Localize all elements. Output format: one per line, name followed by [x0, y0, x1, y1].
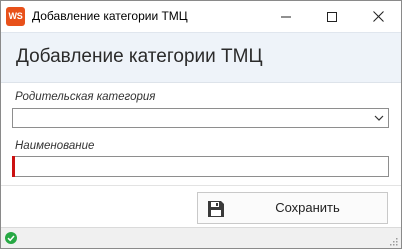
window-title: Добавление категории ТМЦ — [32, 9, 188, 23]
page-title: Добавление категории ТМЦ — [16, 46, 263, 67]
chevron-down-icon[interactable] — [373, 112, 385, 124]
dialog-header: Добавление категории ТМЦ — [1, 32, 401, 83]
name-label: Наименование — [15, 140, 95, 152]
divider — [1, 185, 401, 186]
name-input-field[interactable] — [12, 156, 389, 177]
check-circle-icon — [5, 232, 17, 244]
resize-grip-icon[interactable] — [389, 237, 398, 246]
save-button-label: Сохранить — [275, 200, 340, 215]
parent-category-label: Родительская категория — [15, 91, 156, 103]
required-marker — [12, 156, 15, 177]
parent-category-value[interactable] — [13, 109, 388, 127]
ws-logo-icon: WS — [6, 7, 25, 26]
minimize-button[interactable] — [263, 1, 309, 32]
maximize-icon — [327, 11, 337, 22]
minimize-icon — [281, 16, 291, 17]
close-button[interactable] — [355, 1, 401, 32]
close-icon — [372, 11, 384, 22]
name-input[interactable] — [13, 157, 388, 176]
dialog-window: WS Добавление категории ТМЦ Добавление к… — [0, 0, 402, 249]
status-bar — [1, 227, 401, 248]
save-button[interactable]: Сохранить — [197, 192, 388, 224]
maximize-button[interactable] — [309, 1, 355, 32]
parent-category-select[interactable] — [12, 108, 389, 128]
title-bar[interactable]: WS Добавление категории ТМЦ — [1, 1, 401, 32]
